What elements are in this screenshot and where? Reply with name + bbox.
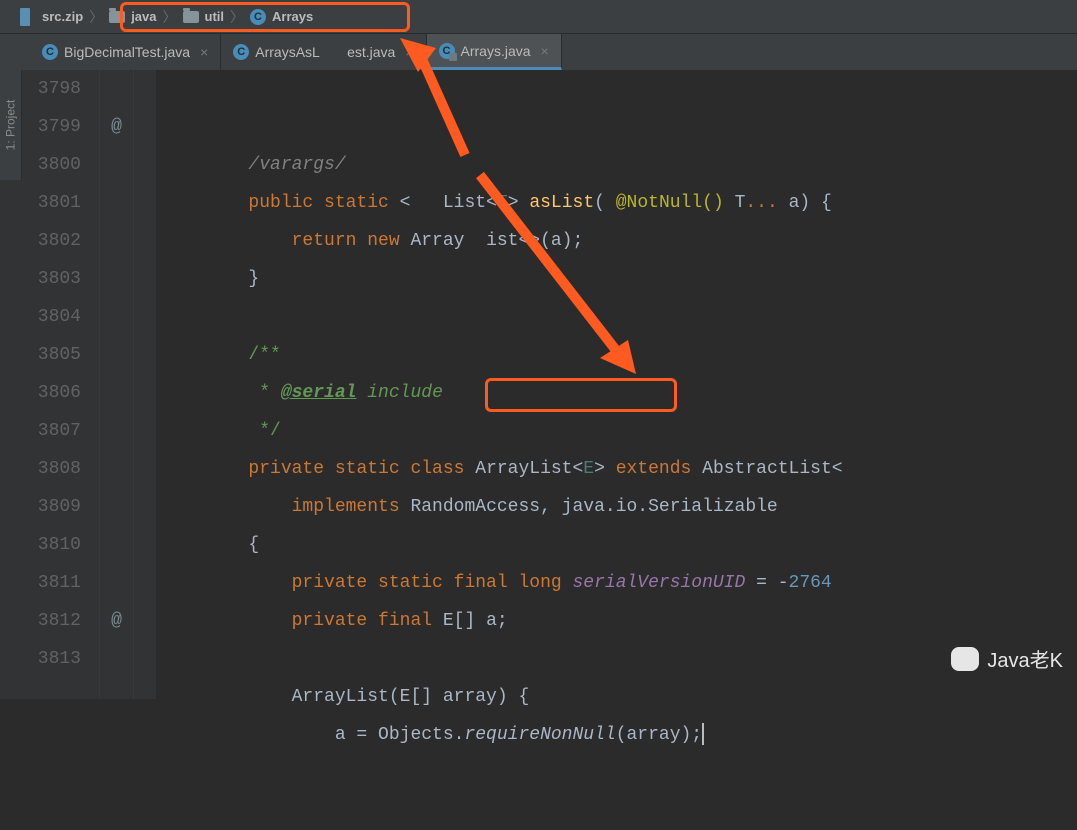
- tab-label: ArraysAsL est.java: [255, 44, 395, 60]
- crumb-sep: 〉: [87, 7, 105, 27]
- code-editor[interactable]: 3798379938003801380238033804380538063807…: [0, 70, 1077, 699]
- code-line[interactable]: }: [162, 260, 1077, 298]
- code-area[interactable]: /varargs/ public static < List<T> asList…: [156, 70, 1077, 699]
- annotation-highlight-breadcrumb: [120, 2, 410, 32]
- gutter-marks: @@: [100, 70, 134, 699]
- fold-gutter: [134, 70, 156, 699]
- code-line[interactable]: /**: [162, 336, 1077, 374]
- tab-label: Arrays.java: [461, 43, 531, 59]
- tab-close-icon[interactable]: ×: [405, 44, 413, 60]
- code-line[interactable]: [162, 298, 1077, 336]
- code-line[interactable]: implements RandomAccess, java.io.Seriali…: [162, 488, 1077, 526]
- tab-close-icon[interactable]: ×: [541, 43, 549, 59]
- code-line[interactable]: */: [162, 412, 1077, 450]
- code-line[interactable]: private static final long serialVersionU…: [162, 564, 1077, 602]
- class-icon: C: [233, 44, 249, 60]
- code-line[interactable]: {: [162, 526, 1077, 564]
- class-icon: C: [42, 44, 58, 60]
- code-line[interactable]: return new Array ist<>(a);: [162, 222, 1077, 260]
- tool-window-project[interactable]: 1: Project: [0, 70, 22, 180]
- wechat-icon: [951, 647, 979, 671]
- watermark: Java老K: [951, 644, 1063, 673]
- editor-tabs: C BigDecimalTest.java × C ArraysAsL est.…: [0, 34, 1077, 70]
- annotation-highlight-arraylist: [485, 378, 677, 412]
- tab-label: BigDecimalTest.java: [64, 44, 190, 60]
- tab-bigdecimal[interactable]: C BigDecimalTest.java ×: [30, 34, 221, 70]
- sidebar-label: 1: Project: [4, 100, 18, 151]
- breadcrumb-zip[interactable]: src.zip: [38, 9, 87, 24]
- tab-close-icon[interactable]: ×: [200, 44, 208, 60]
- code-line[interactable]: a = Objects.requireNonNull(array);: [162, 716, 1077, 754]
- code-line[interactable]: ArrayList(E[] array) {: [162, 678, 1077, 716]
- code-line[interactable]: /varargs/: [162, 146, 1077, 184]
- code-line[interactable]: private final E[] a;: [162, 602, 1077, 640]
- code-line[interactable]: private static class ArrayList<E> extend…: [162, 450, 1077, 488]
- zip-icon: [20, 8, 30, 26]
- code-line[interactable]: public static < List<T> asList( @NotNull…: [162, 184, 1077, 222]
- watermark-label: Java老K: [987, 644, 1063, 673]
- tab-arraysaslist[interactable]: C ArraysAsL est.java ×: [221, 34, 426, 70]
- breadcrumb-bar: src.zip 〉 java 〉 util 〉 C Arrays: [0, 0, 1077, 34]
- tab-arrays[interactable]: C Arrays.java ×: [427, 34, 562, 70]
- class-icon: C: [439, 43, 455, 59]
- code-line[interactable]: [162, 640, 1077, 678]
